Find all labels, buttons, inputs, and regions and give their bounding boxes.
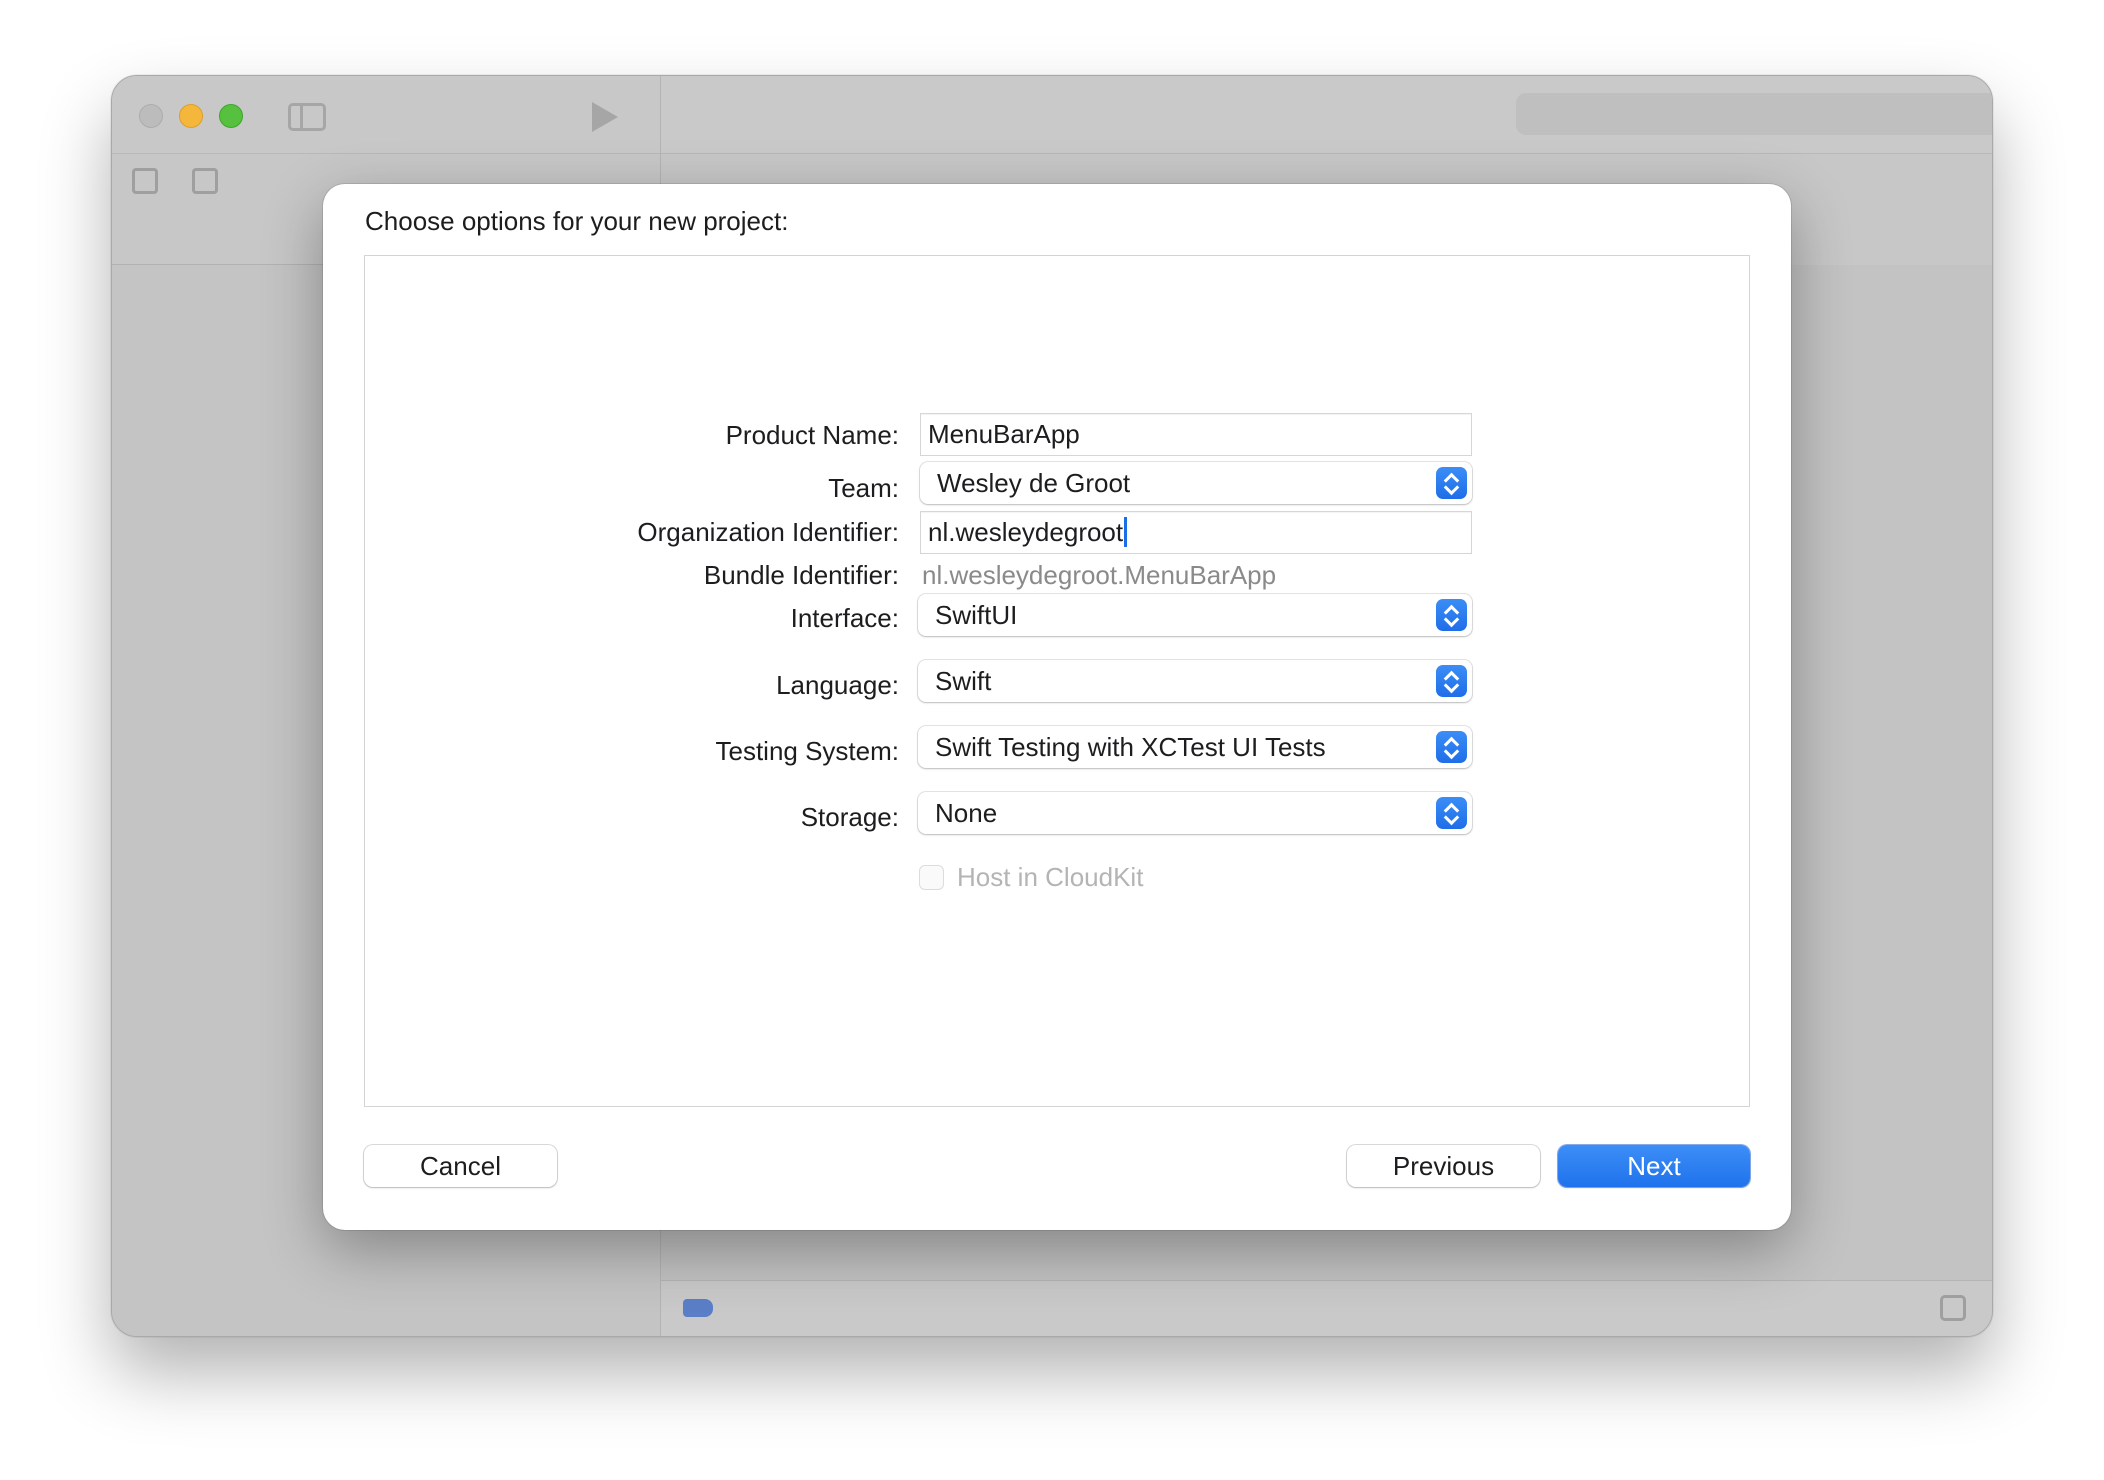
- chevron-up-down-icon: [1436, 599, 1467, 631]
- new-project-options-sheet: Choose options for your new project: Pro…: [323, 184, 1791, 1230]
- chevron-up-down-icon: [1436, 467, 1467, 499]
- toolbar: [661, 76, 1992, 153]
- product-name-label: Product Name:: [725, 420, 899, 450]
- team-row: Team: Wesley de Groot: [365, 462, 1749, 506]
- organization-identifier-label: Organization Identifier:: [637, 517, 899, 547]
- testing-system-value: Swift Testing with XCTest UI Tests: [935, 732, 1326, 762]
- team-popup[interactable]: Wesley de Groot: [920, 462, 1472, 504]
- interface-row: Interface: SwiftUI: [365, 594, 1749, 638]
- team-value: Wesley de Groot: [937, 468, 1131, 498]
- bundle-identifier-value: nl.wesleydegroot.MenuBarApp: [922, 560, 1277, 590]
- language-row: Language: Swift: [365, 660, 1749, 704]
- next-button[interactable]: Next: [1558, 1145, 1750, 1187]
- source-control-icon[interactable]: [192, 168, 218, 194]
- sidebar-left-icon[interactable]: [288, 103, 326, 131]
- bundle-identifier-row: Bundle Identifier: nl.wesleydegroot.Menu…: [365, 552, 1749, 596]
- folder-icon[interactable]: [132, 168, 158, 194]
- play-icon[interactable]: [592, 102, 618, 132]
- storage-popup[interactable]: None: [918, 792, 1472, 834]
- storage-value: None: [935, 798, 998, 828]
- previous-button[interactable]: Previous: [1347, 1145, 1540, 1187]
- host-in-cloudkit-checkbox[interactable]: [919, 865, 944, 890]
- title-bar: [112, 76, 660, 153]
- language-label: Language:: [776, 670, 899, 700]
- interface-popup[interactable]: SwiftUI: [918, 594, 1472, 636]
- testing-system-row: Testing System: Swift Testing with XCTes…: [365, 726, 1749, 770]
- chevron-up-down-icon: [1436, 665, 1467, 697]
- host-in-cloudkit-label: Host in CloudKit: [957, 862, 1144, 892]
- testing-system-popup[interactable]: Swift Testing with XCTest UI Tests: [918, 726, 1472, 768]
- testing-system-label: Testing System:: [715, 736, 899, 766]
- team-label: Team:: [828, 473, 899, 503]
- organization-identifier-field[interactable]: nl.wesleydegroot: [920, 511, 1472, 554]
- storage-label: Storage:: [800, 802, 899, 832]
- close-window-button[interactable]: [139, 104, 163, 128]
- host-in-cloudkit-row: Host in CloudKit: [365, 855, 1749, 899]
- text-cursor: [1124, 517, 1128, 547]
- activity-view: [1516, 93, 1992, 135]
- language-popup[interactable]: Swift: [918, 660, 1472, 702]
- language-value: Swift: [935, 666, 992, 696]
- bundle-identifier-label: Bundle Identifier:: [703, 560, 899, 590]
- tag-icon: [683, 1299, 713, 1317]
- organization-identifier-row: Organization Identifier: nl.wesleydegroo…: [365, 508, 1749, 554]
- chevron-up-down-icon: [1436, 797, 1467, 829]
- organization-identifier-value: nl.wesleydegroot: [928, 517, 1124, 547]
- chevron-up-down-icon: [1436, 731, 1467, 763]
- cancel-button[interactable]: Cancel: [364, 1145, 557, 1187]
- sheet-title: Choose options for your new project:: [365, 206, 789, 236]
- product-name-value: MenuBarApp: [928, 419, 1080, 449]
- interface-label: Interface:: [790, 603, 899, 633]
- product-name-row: Product Name: MenuBarApp: [365, 413, 1749, 457]
- storage-row: Storage: None: [365, 792, 1749, 836]
- status-bar: [661, 1280, 1992, 1336]
- options-panel: Product Name: MenuBarApp Team: Wesley de…: [364, 255, 1750, 1107]
- interface-value: SwiftUI: [935, 600, 1018, 630]
- zoom-window-button[interactable]: [219, 104, 243, 128]
- minimize-window-button[interactable]: [179, 104, 203, 128]
- debug-area-icon[interactable]: [1940, 1295, 1966, 1321]
- product-name-field[interactable]: MenuBarApp: [920, 413, 1472, 456]
